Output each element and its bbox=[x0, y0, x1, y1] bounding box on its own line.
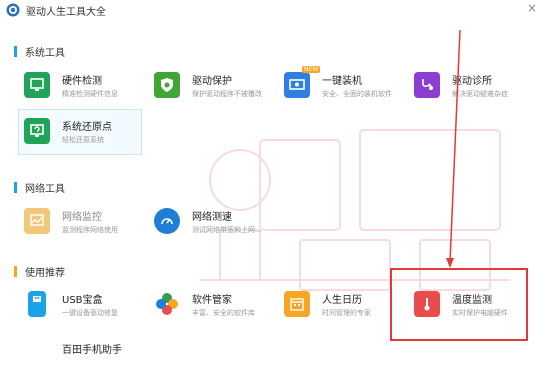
tool-hardware-check[interactable]: 硬件检测 精准检测硬件信息 bbox=[20, 68, 146, 108]
tool-network-speed[interactable]: 网络测速 测试网络带宽和上网... bbox=[150, 204, 276, 244]
tool-system-restore[interactable]: 系统还原点 轻松还原系统 bbox=[20, 114, 146, 154]
tool-one-click-install[interactable]: NEW 一键装机 安全、全面的装机软件 bbox=[280, 66, 406, 108]
section-label: 使用推荐 bbox=[25, 268, 65, 279]
monitor-icon bbox=[24, 72, 50, 98]
usb-icon bbox=[28, 291, 46, 317]
tool-name: 系统还原点 bbox=[62, 122, 112, 133]
tool-name: 人生日历 bbox=[322, 295, 362, 306]
speedometer-icon bbox=[154, 208, 180, 234]
tool-desc: 一键设备驱动修复 bbox=[62, 309, 118, 317]
tool-name: 软件管家 bbox=[192, 295, 232, 306]
annotation-arrow bbox=[446, 30, 461, 268]
section-title-network-tools: 网络工具 bbox=[14, 180, 65, 195]
tool-name: 网络测速 bbox=[192, 212, 232, 223]
calendar-icon bbox=[284, 291, 310, 317]
tool-desc: 安全、全面的装机软件 bbox=[322, 90, 392, 98]
tool-desc: 丰富、安全的软件库 bbox=[192, 309, 255, 317]
tool-desc: 监测程序网络使用 bbox=[62, 226, 118, 234]
close-button[interactable]: × bbox=[524, 0, 540, 16]
tool-usb-box[interactable]: USB宝盒 一键设备驱动修复 bbox=[20, 287, 146, 327]
tool-phone-helper[interactable]: 百田手机助手 bbox=[20, 335, 146, 367]
tool-name: USB宝盒 bbox=[62, 295, 103, 306]
restore-icon bbox=[24, 118, 50, 144]
highlight-box bbox=[390, 268, 528, 341]
section-marker bbox=[14, 46, 17, 57]
section-marker bbox=[14, 182, 17, 193]
tool-calendar[interactable]: 人生日历 时间管理的专家 bbox=[280, 287, 406, 327]
app-logo-icon bbox=[6, 3, 20, 17]
pc-install-icon bbox=[284, 72, 310, 98]
tool-desc: 时间管理的专家 bbox=[322, 309, 371, 317]
tool-name: 驱动保护 bbox=[192, 76, 232, 87]
tool-driver-protect[interactable]: 驱动保护 保护驱动程序不被覆改 bbox=[150, 68, 276, 108]
shield-icon bbox=[154, 72, 180, 98]
section-label: 系统工具 bbox=[25, 48, 65, 59]
section-marker bbox=[14, 266, 17, 277]
tool-driver-clinic[interactable]: 驱动诊所 解决驱动疑难杂症 bbox=[410, 68, 536, 108]
chart-icon bbox=[24, 208, 50, 234]
tool-software-manager[interactable]: 软件管家 丰富、安全的软件库 bbox=[150, 287, 276, 327]
tool-network-monitor[interactable]: 网络监控 监测程序网络使用 bbox=[20, 204, 146, 244]
tool-desc: 精准检测硬件信息 bbox=[62, 90, 118, 98]
petals-icon bbox=[154, 291, 180, 317]
tool-name: 网络监控 bbox=[62, 212, 102, 223]
tool-name: 硬件检测 bbox=[62, 76, 102, 87]
new-badge: NEW bbox=[302, 66, 321, 73]
window-title: 驱动人生工具大全 bbox=[26, 7, 106, 18]
section-title-recommended: 使用推荐 bbox=[14, 264, 65, 279]
tool-name: 百田手机助手 bbox=[62, 345, 122, 356]
tool-desc: 轻松还原系统 bbox=[62, 136, 104, 144]
title-bar: 驱动人生工具大全 × bbox=[0, 0, 550, 24]
tool-name: 一键装机 bbox=[322, 76, 362, 87]
tool-desc: 保护驱动程序不被覆改 bbox=[192, 90, 262, 98]
section-title-system-tools: 系统工具 bbox=[14, 44, 65, 59]
section-label: 网络工具 bbox=[25, 184, 65, 195]
tool-desc: 测试网络带宽和上网... bbox=[192, 226, 262, 234]
